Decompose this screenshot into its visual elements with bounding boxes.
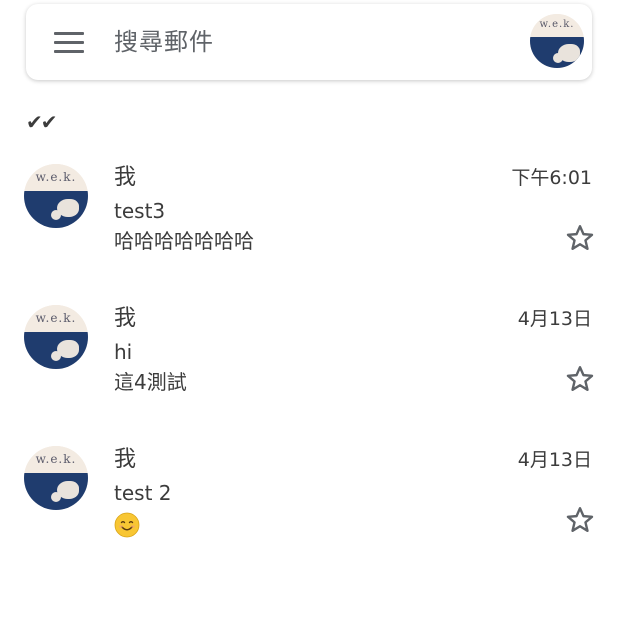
- sender-avatar[interactable]: w.e.k.: [24, 164, 88, 228]
- mail-item[interactable]: w.e.k. 我 下午6:01 test3 哈哈哈哈哈哈哈: [0, 150, 618, 291]
- smiling-face-emoji-icon: [114, 512, 140, 537]
- search-bar[interactable]: 搜尋郵件 w.e.k.: [26, 4, 592, 80]
- search-placeholder[interactable]: 搜尋郵件: [114, 26, 214, 58]
- mail-snippet: 這4測試: [114, 370, 187, 394]
- account-avatar-text: w.e.k.: [530, 14, 584, 37]
- star-icon[interactable]: [564, 363, 596, 395]
- account-avatar[interactable]: w.e.k.: [530, 14, 584, 68]
- sender-avatar-text: w.e.k.: [24, 164, 88, 191]
- sender-avatar-text: w.e.k.: [24, 446, 88, 473]
- star-icon[interactable]: [564, 504, 596, 536]
- mail-date: 4月13日: [517, 308, 592, 330]
- mail-sender: 我: [114, 306, 137, 331]
- mail-sender: 我: [114, 165, 137, 190]
- mail-sender: 我: [114, 447, 137, 472]
- mail-subject: hi: [114, 340, 133, 364]
- menu-icon[interactable]: [54, 32, 84, 54]
- sender-avatar-text: w.e.k.: [24, 305, 88, 332]
- section-label: ✔✔: [26, 110, 57, 134]
- mail-item[interactable]: w.e.k. 我 4月13日 hi 這4測試: [0, 291, 618, 432]
- mail-subject: test 2: [114, 481, 172, 505]
- star-icon[interactable]: [564, 222, 596, 254]
- mail-date: 下午6:01: [511, 167, 592, 189]
- mail-list: w.e.k. 我 下午6:01 test3 哈哈哈哈哈哈哈 w.e.k. 我 4…: [0, 150, 618, 573]
- sender-avatar[interactable]: w.e.k.: [24, 446, 88, 510]
- mail-date: 4月13日: [517, 449, 592, 471]
- sender-avatar[interactable]: w.e.k.: [24, 305, 88, 369]
- mail-snippet: 哈哈哈哈哈哈哈: [114, 229, 254, 253]
- mail-item[interactable]: w.e.k. 我 4月13日 test 2: [0, 432, 618, 573]
- mail-snippet: [114, 510, 140, 538]
- mail-subject: test3: [114, 199, 166, 223]
